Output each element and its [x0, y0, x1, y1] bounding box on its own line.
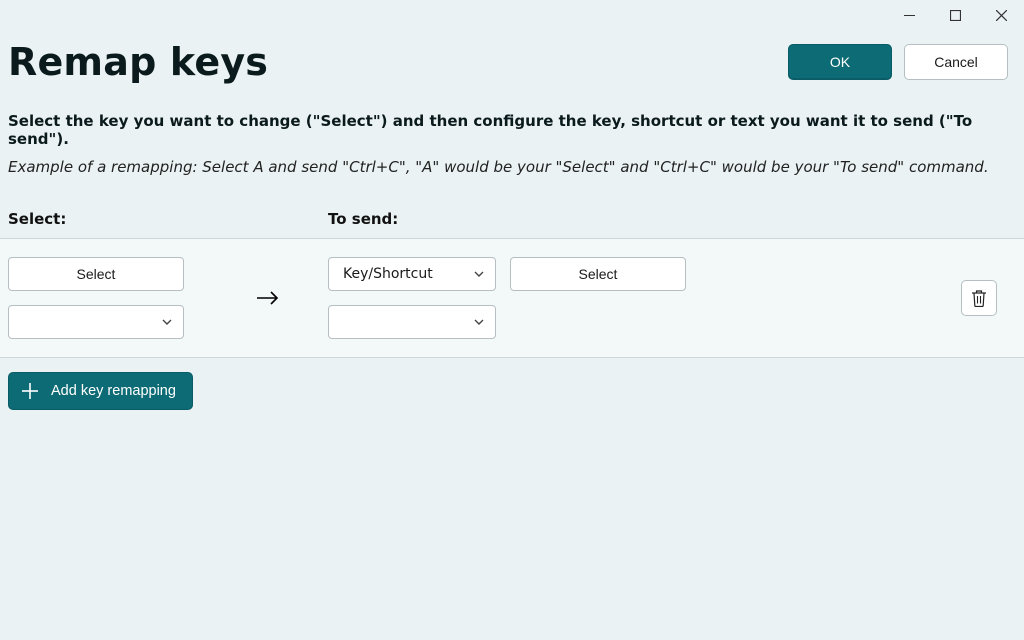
intro-text: Select the key you want to change ("Sele… — [0, 84, 1024, 176]
title-bar — [0, 0, 1024, 36]
select-column-header: Select: — [8, 210, 328, 228]
to-send-key-dropdown[interactable] — [328, 305, 496, 339]
select-group: Select — [8, 257, 208, 339]
maximize-button[interactable] — [932, 0, 978, 30]
chevron-down-icon — [473, 316, 485, 328]
mapping-row: Select Key/Shortcut Select — [0, 238, 1024, 358]
footer: Add key remapping — [0, 358, 1024, 424]
select-key-dropdown[interactable] — [8, 305, 184, 339]
to-send-select-button[interactable]: Select — [510, 257, 686, 291]
instruction-text: Select the key you want to change ("Sele… — [8, 112, 1014, 148]
arrow-right-icon — [255, 288, 281, 308]
arrow-separator — [208, 288, 328, 308]
cancel-button[interactable]: Cancel — [904, 44, 1008, 80]
delete-remapping-button[interactable] — [961, 280, 997, 316]
add-key-remapping-label: Add key remapping — [51, 383, 176, 399]
minimize-button[interactable] — [886, 0, 932, 30]
close-icon — [996, 10, 1007, 21]
maximize-icon — [950, 10, 961, 21]
select-key-button[interactable]: Select — [8, 257, 184, 291]
page-title: Remap keys — [8, 40, 268, 84]
send-mode-dropdown-value: Key/Shortcut — [343, 266, 433, 282]
minimize-icon — [904, 10, 915, 21]
add-key-remapping-button[interactable]: Add key remapping — [8, 372, 193, 410]
example-text: Example of a remapping: Select A and sen… — [8, 158, 1014, 176]
action-buttons: OK Cancel — [788, 44, 1008, 80]
trash-icon — [971, 289, 987, 307]
send-mode-dropdown[interactable]: Key/Shortcut — [328, 257, 496, 291]
to-send-column-header: To send: — [328, 210, 1022, 228]
header: Remap keys OK Cancel — [0, 36, 1024, 84]
chevron-down-icon — [473, 268, 485, 280]
column-headers: Select: To send: — [0, 176, 1024, 238]
chevron-down-icon — [161, 316, 173, 328]
to-send-group: Key/Shortcut Select — [328, 257, 688, 339]
ok-button[interactable]: OK — [788, 44, 892, 80]
plus-icon — [21, 382, 39, 400]
delete-cell — [944, 280, 1014, 316]
close-button[interactable] — [978, 0, 1024, 30]
